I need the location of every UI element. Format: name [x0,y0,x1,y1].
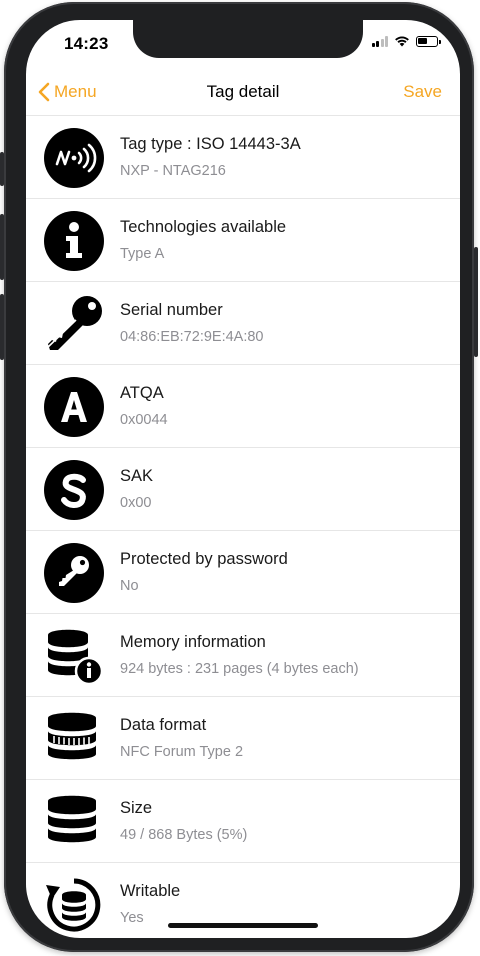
save-button[interactable]: Save [403,82,442,102]
database-refresh-icon [46,878,101,932]
database-format-icon [48,712,96,760]
list-item-technologies[interactable]: Technologies available Type A [26,198,460,281]
wifi-icon [395,36,409,47]
password-key-icon [44,543,104,603]
row-value: 924 bytes : 231 pages (4 bytes each) [120,661,359,677]
list-item-data-format[interactable]: Data format NFC Forum Type 2 [26,696,460,779]
row-value: 49 / 868 Bytes (5%) [120,827,248,843]
status-time: 14:23 [64,34,109,53]
power-button [474,247,478,357]
row-value: No [120,578,139,594]
row-title: ATQA [120,384,164,402]
phone-frame: 14:23 Menu Tag detail Save Tag type: IS… [0,2,478,952]
home-indicator[interactable] [168,923,318,928]
row-title: Tag type : ISO 14443-3A [120,135,301,153]
silent-switch [0,152,4,186]
row-title: Data format [120,716,207,734]
volume-down-button [0,294,4,360]
list-item-sak[interactable]: SAK 0x00 [26,447,460,530]
volume-up-button [0,214,4,280]
row-title: Protected by password [120,550,288,568]
list-item-password[interactable]: Protected by password No [26,530,460,613]
list-item-size[interactable]: Size 49 / 868 Bytes (5%) [26,779,460,862]
list-item-serial-number[interactable]: Serial number 04:86:EB:72:9E:4A:80 [26,281,460,364]
screen: 14:23 Menu Tag detail Save Tag type: IS… [26,20,460,938]
notch [133,20,363,58]
page-title: Tag detail [206,82,280,101]
row-title: Size [120,799,153,817]
row-value: 04:86:EB:72:9E:4A:80 [120,329,264,345]
row-value: Type A [120,246,165,262]
letter-s-icon [44,460,104,520]
row-title: Writable [120,882,181,900]
row-title: Serial number [120,301,223,319]
row-value: NFC Forum Type 2 [120,744,244,760]
row-title: SAK [120,467,154,485]
database-icon [48,795,96,843]
row-title: Technologies available [120,218,287,236]
row-value: 0x0044 [120,412,168,428]
list-item-atqa[interactable]: ATQA 0x0044 [26,364,460,447]
status-icons [371,35,441,47]
cellular-signal-icon [371,35,388,47]
navigation-bar: Menu Tag detail Save [26,76,460,116]
info-icon [44,211,104,271]
battery-icon [416,35,441,47]
row-value: Yes [120,910,144,926]
row-value: NXP - NTAG216 [120,163,226,179]
database-info-icon [48,629,104,686]
tag-detail-list: Tag type : ISO 14443-3A NXP - NTAG216 Te… [26,115,460,938]
row-value: 0x00 [120,495,152,511]
list-item-memory[interactable]: Memory information 924 bytes : 231 pages… [26,613,460,696]
key-icon [45,296,102,350]
list-item-tag-type[interactable]: Tag type : ISO 14443-3A NXP - NTAG216 [26,115,460,198]
letter-a-icon [44,377,104,437]
row-title: Memory information [120,633,266,651]
nfc-icon [44,128,104,188]
